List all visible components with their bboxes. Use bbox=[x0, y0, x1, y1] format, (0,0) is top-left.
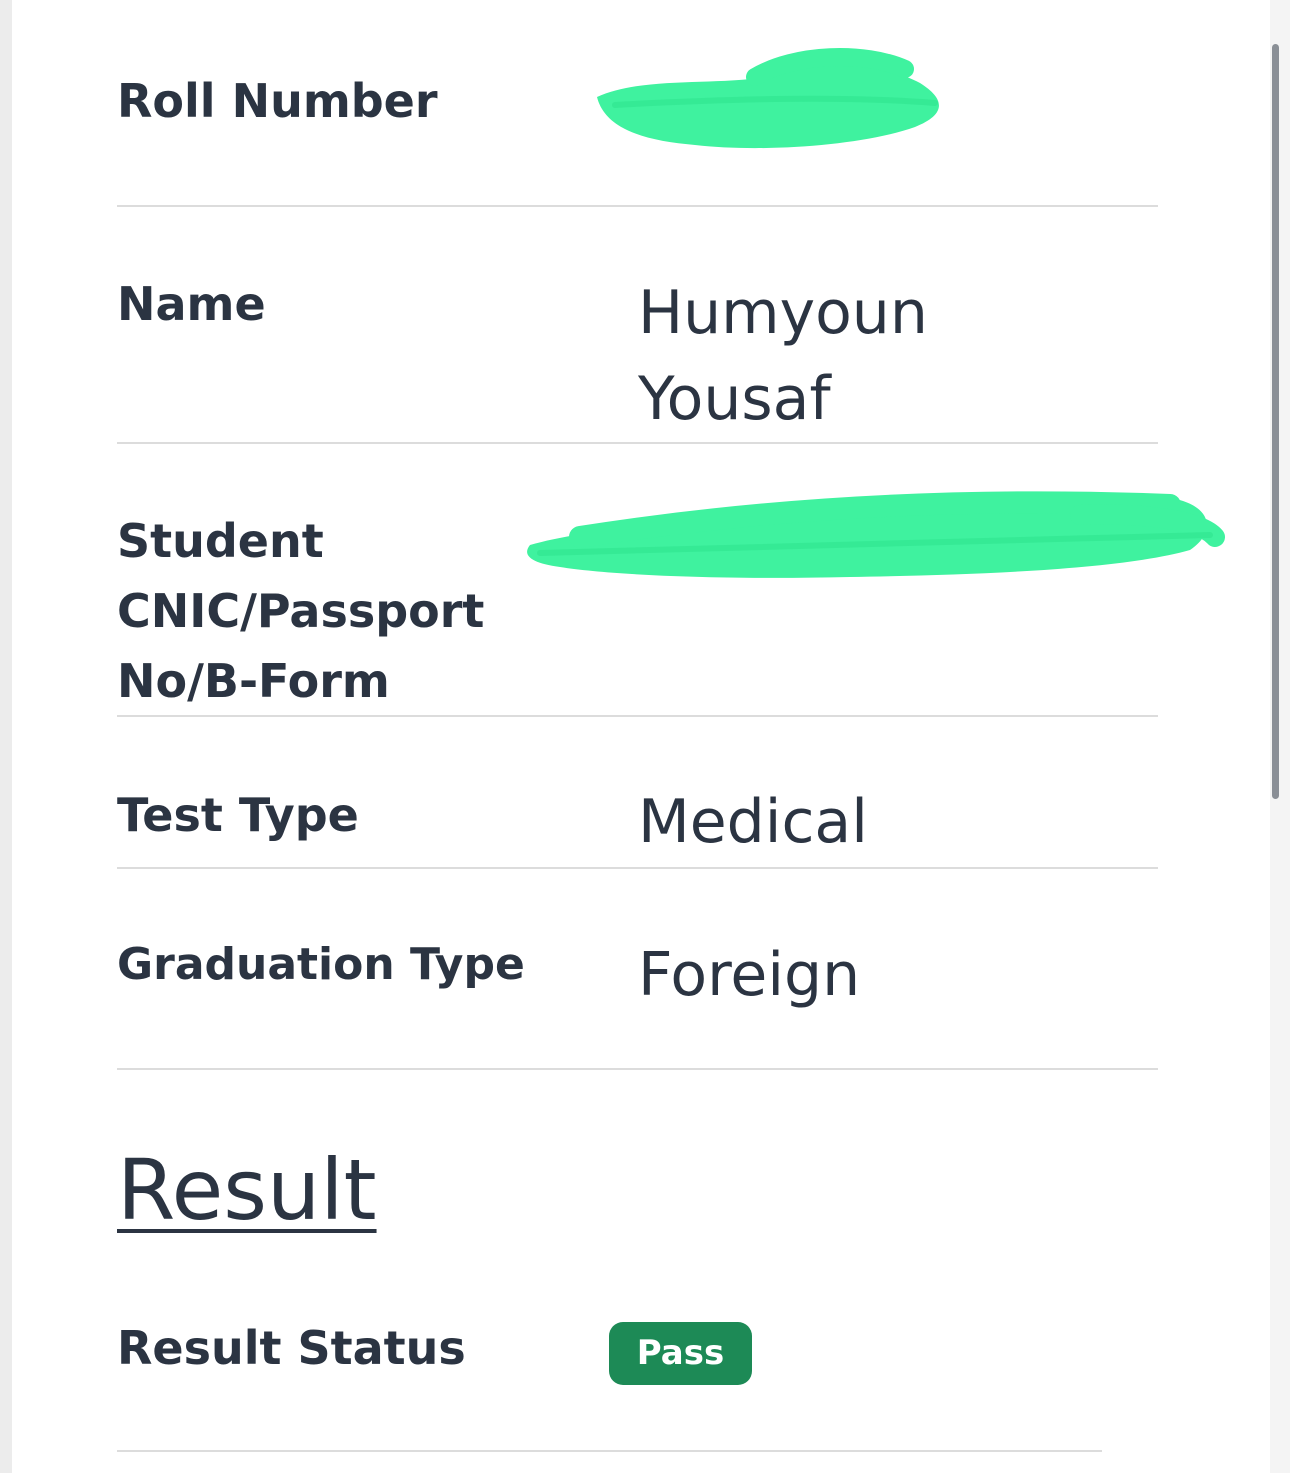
divider bbox=[117, 1068, 1158, 1070]
result-status-label: Result Status bbox=[117, 1321, 466, 1375]
roll-number-redaction bbox=[597, 48, 939, 149]
scrollbar-thumb[interactable] bbox=[1272, 44, 1279, 799]
divider bbox=[117, 1450, 1102, 1452]
divider bbox=[117, 715, 1158, 717]
result-heading: Result bbox=[117, 1141, 377, 1239]
roll-number-label: Roll Number bbox=[117, 74, 438, 128]
test-type-label: Test Type bbox=[117, 788, 359, 842]
name-value-first: Humyoun bbox=[638, 278, 928, 348]
divider bbox=[117, 205, 1158, 207]
cnic-label-line1: Student bbox=[117, 514, 324, 568]
test-type-value: Medical bbox=[638, 787, 868, 857]
name-label: Name bbox=[117, 277, 266, 331]
name-value-last: Yousaf bbox=[638, 364, 831, 434]
graduation-type-label: Graduation Type bbox=[117, 939, 525, 990]
page-left-edge bbox=[0, 0, 12, 1473]
graduation-type-value: Foreign bbox=[638, 940, 861, 1010]
divider bbox=[117, 867, 1158, 869]
cnic-label-line2: CNIC/Passport bbox=[117, 584, 485, 638]
cnic-redaction bbox=[527, 491, 1225, 578]
cnic-label-line3: No/B-Form bbox=[117, 654, 390, 708]
divider bbox=[117, 442, 1158, 444]
result-status-badge: Pass bbox=[609, 1322, 752, 1385]
